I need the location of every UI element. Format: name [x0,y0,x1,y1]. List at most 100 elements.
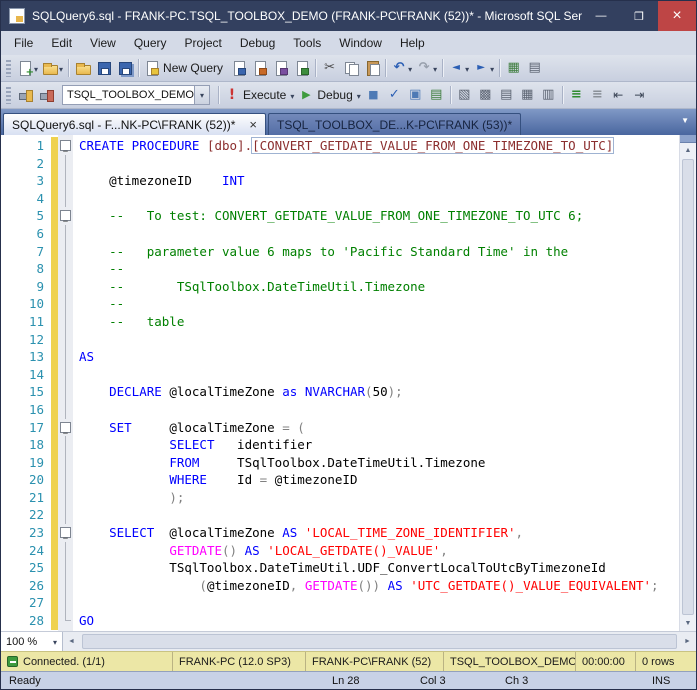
toolbar-grip[interactable] [6,59,11,77]
editor-lines[interactable]: 1 CREATE PROCEDURE [dbo].[CONVERT_GETDATE… [1,135,696,630]
fold-toggle-icon[interactable] [60,140,71,151]
line-number: 25 [28,560,44,576]
scroll-left-icon[interactable] [63,632,80,651]
new-analysis-xmla-query-button[interactable] [291,57,312,79]
cut-button[interactable] [319,57,340,79]
results-to-grid-button[interactable] [517,84,538,106]
redo-button[interactable] [414,57,439,79]
uncomment-selection-button[interactable] [587,84,608,106]
navigate-backward-button[interactable] [446,57,471,79]
horizontal-scrollbar[interactable] [63,632,696,651]
paste-button[interactable] [361,57,382,79]
database-combobox[interactable]: TSQL_TOOLBOX_DEMO [62,85,210,105]
outline-margin [58,207,73,225]
specify-template-values-button[interactable] [454,84,475,106]
line-number: 3 [36,173,44,189]
new-query-button[interactable]: New Query [142,57,228,79]
change-tracking-bar [51,189,58,208]
menu-window[interactable]: Window [330,32,391,54]
check-icon [386,87,402,103]
copy-button[interactable] [340,57,361,79]
open-file-button[interactable] [72,57,93,79]
toolbar-grip[interactable] [6,86,11,104]
combobox-dropdown-icon[interactable] [194,86,209,104]
execute-button[interactable]: Execute [222,84,296,106]
undo-button[interactable] [389,57,414,79]
change-tracking-bar [51,471,58,489]
debug-button[interactable]: Debug [296,84,362,106]
close-button[interactable] [658,1,696,31]
navigate-forward-button[interactable] [471,57,496,79]
query-options-button[interactable] [475,84,496,106]
splitter-handle[interactable] [680,135,696,143]
new-analysis-dmx-query-button[interactable] [270,57,291,79]
menu-query[interactable]: Query [125,32,176,54]
vertical-scrollbar[interactable] [679,135,696,631]
maximize-button[interactable] [620,1,658,31]
save-all-button[interactable] [114,57,135,79]
minimize-button[interactable] [582,1,620,31]
decrease-indent-button[interactable] [608,84,629,106]
change-tracking-bar [51,488,58,507]
toolbar-separator [138,59,140,77]
outline-line [65,365,66,384]
scroll-up-icon[interactable] [680,143,696,158]
menu-project[interactable]: Project [176,32,231,54]
results-to-text-button[interactable] [496,84,517,106]
menu-help[interactable]: Help [391,32,434,54]
new-analysis-mdx-query-button[interactable] [249,57,270,79]
horizontal-scrollbar-track[interactable] [80,632,679,651]
scroll-right-icon[interactable] [679,632,696,651]
tab-list-dropdown-icon[interactable] [681,110,689,128]
window-title: SQLQuery6.sql - FRANK-PC.TSQL_TOOLBOX_DE… [32,9,582,23]
menu-debug[interactable]: Debug [231,32,284,54]
change-connection-button[interactable] [36,84,57,106]
title-bar: SQLQuery6.sql - FRANK-PC.TSQL_TOOLBOX_DE… [1,1,696,31]
close-tab-icon[interactable] [249,118,257,132]
scroll-down-icon[interactable] [680,616,696,631]
code-text: CREATE PROCEDURE [dbo].[CONVERT_GETDATE_… [79,137,615,154]
intellisense-enabled-button[interactable] [405,84,426,106]
line-number: 15 [28,384,44,400]
outline-margin [58,400,73,419]
fold-toggle-icon[interactable] [60,421,71,433]
menu-file[interactable]: File [5,32,42,54]
comment-selection-button[interactable] [566,84,587,106]
dropdown-arrow-icon [290,86,294,104]
database-name: TSQL_TOOLBOX_DEMO [444,652,576,671]
change-tracking-bar [51,612,58,630]
fold-toggle-icon[interactable] [60,527,71,539]
increase-indent-button[interactable] [629,84,650,106]
activity-monitor-button[interactable] [503,57,524,79]
status-ready: Ready [9,674,41,687]
connect-button[interactable] [15,84,36,106]
connection-bar: Connected. (1/1) FRANK-PC (12.0 SP3) FRANK… [1,651,696,671]
horizontal-scrollbar-thumb[interactable] [82,634,677,649]
editor-line-20: 20 WHERE Id = @timezoneID [1,471,696,489]
zoom-control[interactable]: 100 % [1,632,63,651]
outline-line [65,348,66,366]
open-menu-button[interactable] [40,57,65,79]
editor-line-7: 7 -- parameter value 6 maps to 'Pacific … [1,242,696,261]
properties-window-button[interactable] [524,57,545,79]
line-number: 18 [28,437,44,453]
fold-toggle-icon[interactable] [60,210,71,222]
tab-tsql-toolbox[interactable]: TSQL_TOOLBOX_DE...K-PC\FRANK (53))* [267,113,522,135]
scissors-icon [322,60,338,76]
menu-tools[interactable]: Tools [284,32,330,54]
new-query-menu-button[interactable] [15,57,40,79]
new-database-engine-query-button[interactable] [228,57,249,79]
save-button[interactable] [93,57,114,79]
results-to-file-button[interactable] [538,84,559,106]
vertical-scrollbar-thumb[interactable] [682,159,694,615]
tab-sqlquery6[interactable]: SQLQuery6.sql - F...NK-PC\FRANK (52))* [3,113,266,135]
outline-line [65,154,66,173]
menu-view[interactable]: View [81,32,125,54]
change-tracking-bar [51,365,58,384]
editor-line-4: 4 [1,189,696,208]
dropdown-arrow-icon [465,59,469,77]
menu-edit[interactable]: Edit [42,32,81,54]
cancel-executing-query-button[interactable] [363,84,384,106]
parse-button[interactable] [384,84,405,106]
include-actual-execution-plan-button[interactable] [426,84,447,106]
